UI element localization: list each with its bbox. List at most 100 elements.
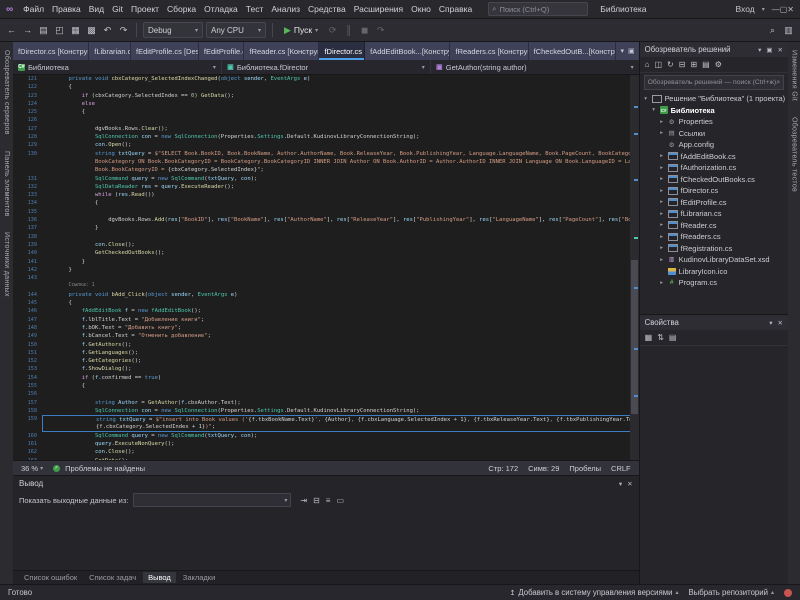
hot-reload-icon[interactable]: ⟳ <box>326 25 339 36</box>
editor-scrollbar[interactable] <box>630 75 639 460</box>
eol-indicator[interactable]: CRLF <box>611 464 631 473</box>
chevron-down-icon[interactable]: ▾ <box>619 480 622 488</box>
column-indicator[interactable]: Симв: 29 <box>528 464 559 473</box>
solution-platform-dropdown[interactable]: Any CPU▾ <box>206 22 266 38</box>
document-tab[interactable]: fDirector.cs [Конструктор] <box>13 42 89 60</box>
tree-item[interactable]: LibraryIcon.ico <box>640 266 788 278</box>
tree-item[interactable]: ▸fLibrarian.cs <box>640 208 788 220</box>
menu-item[interactable]: Тест <box>242 3 268 15</box>
tree-item[interactable]: ▸#Program.cs <box>640 277 788 289</box>
tree-item[interactable]: ⚙App.config <box>640 139 788 151</box>
tree-item[interactable]: ▸⚙Properties <box>640 116 788 128</box>
minimize-button[interactable]: — <box>772 5 780 14</box>
redo-icon[interactable]: ↷ <box>117 25 130 36</box>
save-all-icon[interactable]: ▩ <box>85 25 98 36</box>
menu-item[interactable]: Средства <box>304 3 350 15</box>
panel-tab[interactable]: Закладки <box>178 572 220 583</box>
tree-item[interactable]: ▸▤Ссылки <box>640 128 788 140</box>
expander-icon[interactable]: ▸ <box>659 165 665 171</box>
refresh-icon[interactable]: ↻ <box>667 60 674 69</box>
collapse-all-icon[interactable]: ⊟ <box>679 60 686 69</box>
line-indicator[interactable]: Стр: 172 <box>488 464 518 473</box>
output-content[interactable] <box>13 509 639 570</box>
expander-icon[interactable]: ▸ <box>659 153 665 159</box>
tree-item[interactable]: ▸fEditProfile.cs <box>640 197 788 209</box>
navbar-member-dropdown[interactable]: ▣ GetAuthor(string author) ▾ <box>431 60 639 74</box>
find-in-files-icon[interactable]: ⌕ <box>766 25 779 36</box>
menu-item[interactable]: Правка <box>48 3 85 15</box>
menu-item[interactable]: Расширения <box>350 3 407 15</box>
expander-icon[interactable]: ▾ <box>651 107 657 113</box>
document-health-indicator[interactable]: ✓ Проблемы не найдены <box>53 464 145 473</box>
clear-all-icon[interactable]: ⊟ <box>313 496 320 505</box>
tree-item[interactable]: ▸fReader.cs <box>640 220 788 232</box>
code-editor[interactable]: 121private void cbxCategory_SelectedInde… <box>13 75 639 460</box>
panel-tab[interactable]: Список задач <box>84 572 141 583</box>
home-icon[interactable]: ⌂ <box>645 60 650 69</box>
expander-icon[interactable]: ▸ <box>659 245 665 251</box>
tree-item[interactable]: ▸fRegistration.cs <box>640 243 788 255</box>
show-all-files-icon[interactable]: ⊞ <box>690 60 697 69</box>
quick-search-input[interactable]: ⌕ Поиск (Ctrl+Q) <box>488 2 588 16</box>
expander-icon[interactable]: ▸ <box>659 188 665 194</box>
expander-icon[interactable]: ▸ <box>659 257 665 263</box>
tree-item[interactable]: ▸fAuthorization.cs <box>640 162 788 174</box>
menu-item[interactable]: Git <box>108 3 127 15</box>
expander-icon[interactable]: ▾ <box>643 96 649 102</box>
navbar-project-dropdown[interactable]: C# Библиотека ▾ <box>13 60 222 74</box>
undo-icon[interactable]: ↶ <box>101 25 114 36</box>
float-tab-icon[interactable]: ▣ <box>628 47 635 55</box>
select-repository-button[interactable]: Выбрать репозиторий ▴ <box>688 588 774 597</box>
chevron-down-icon[interactable]: ▾ <box>769 319 772 327</box>
expander-icon[interactable]: ▸ <box>659 222 665 228</box>
goto-message-icon[interactable]: ⇥ <box>300 496 307 505</box>
toggle-autoscroll-icon[interactable]: ▭ <box>336 496 344 505</box>
close-button[interactable]: ✕ <box>787 5 794 14</box>
menu-item[interactable]: Проект <box>127 3 163 15</box>
dock-tab[interactable]: Обозреватель серверов <box>3 50 10 135</box>
nav-forward-icon[interactable]: → <box>21 25 34 35</box>
menu-item[interactable]: Окно <box>407 3 435 15</box>
solution-configuration-dropdown[interactable]: Debug▾ <box>143 22 203 38</box>
close-icon[interactable]: ✕ <box>778 319 783 327</box>
chevron-down-icon[interactable]: ▾ <box>758 46 761 54</box>
notifications-icon[interactable] <box>784 589 792 597</box>
toolbar-options-icon[interactable]: ▥ <box>782 25 795 36</box>
start-debugging-button[interactable]: ▶ Пуск ▾ <box>279 23 323 38</box>
document-tab[interactable]: fEditProfile.cs [Design] <box>131 42 199 60</box>
menu-item[interactable]: Отладка <box>200 3 242 15</box>
sign-in-link[interactable]: Вход <box>735 4 754 14</box>
add-to-source-control-button[interactable]: ↥ Добавить в систему управления версиями… <box>510 588 679 597</box>
close-icon[interactable]: ✕ <box>778 46 783 54</box>
tab-list-icon[interactable]: ▾ <box>620 47 624 55</box>
tree-item[interactable]: ▸fCheckedOutBooks.cs <box>640 174 788 186</box>
alphabetical-icon[interactable]: ⇅ <box>657 333 664 342</box>
zoom-level-dropdown[interactable]: 36 %▾ <box>21 464 43 473</box>
dock-tab[interactable]: Панель элементов <box>3 151 10 217</box>
expander-icon[interactable]: ▸ <box>659 199 665 205</box>
expander-icon[interactable]: ▸ <box>659 280 665 286</box>
document-tab[interactable]: fCheckedOutB...[Конструктор] <box>529 42 617 60</box>
menu-item[interactable]: Анализ <box>267 3 304 15</box>
menu-item[interactable]: Вид <box>85 3 108 15</box>
document-tab[interactable]: fDirector.cs✕ <box>319 42 365 60</box>
menu-item[interactable]: Справка <box>435 3 476 15</box>
expander-icon[interactable]: ▸ <box>659 130 665 136</box>
output-source-dropdown[interactable]: ▾ <box>133 493 291 507</box>
pause-icon[interactable]: ║ <box>342 25 355 35</box>
expander-icon[interactable]: ▸ <box>659 119 665 125</box>
dock-tab[interactable]: Обозреватель тестов <box>791 117 798 192</box>
nav-back-icon[interactable]: ← <box>5 25 18 35</box>
solution-explorer-search-input[interactable]: Обозреватель решений — поиск (Ctrl+ж) ⌕ <box>644 75 784 90</box>
expander-icon[interactable]: ▸ <box>659 176 665 182</box>
document-tab[interactable]: fAddEditBook...[Конструктор] <box>365 42 450 60</box>
stop-icon[interactable]: ◼ <box>358 25 371 36</box>
tree-item[interactable]: ▾C#Библиотека <box>640 105 788 117</box>
word-wrap-icon[interactable]: ≡ <box>326 496 331 505</box>
document-tab[interactable]: fEditProfile.cs <box>199 42 245 60</box>
tree-item[interactable]: ▸fAddEditBook.cs <box>640 151 788 163</box>
open-file-icon[interactable]: ◰ <box>53 25 66 36</box>
navbar-type-dropdown[interactable]: ▣ Библиотека.fDirector ▾ <box>222 60 431 74</box>
dock-tab[interactable]: Источники данных <box>3 232 10 297</box>
tree-item[interactable]: ▸fDirector.cs <box>640 185 788 197</box>
